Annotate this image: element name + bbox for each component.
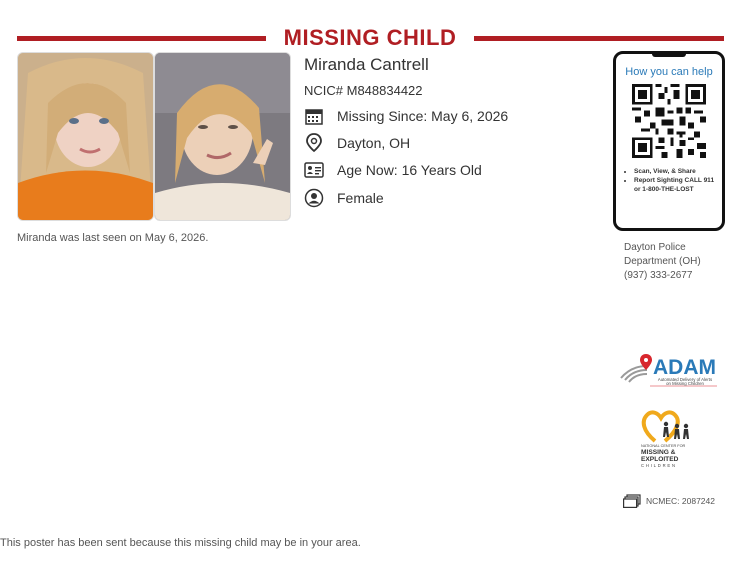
location-pin-icon — [304, 133, 324, 153]
help-item-share: Scan, View, & Share — [634, 167, 722, 176]
footer-notice: This poster has been sent because this m… — [0, 537, 361, 549]
adam-tagline-2: on Missing Children — [666, 381, 704, 386]
sex: Female — [337, 190, 384, 206]
ncmec-line3: CHILDREN — [641, 463, 677, 468]
ncmec-small-text: NATIONAL CENTER FOR — [641, 444, 686, 448]
person-icon — [304, 188, 324, 208]
location-row: Dayton, OH — [304, 132, 410, 154]
age-row: Age Now: 16 Years Old — [304, 159, 482, 181]
missing-since: Missing Since: May 6, 2026 — [337, 108, 509, 124]
ncmec-case: NCMEC: 2087242 — [623, 494, 715, 508]
ncic-number: NCIC# M848834422 — [304, 83, 423, 98]
header-rule-left — [17, 36, 266, 41]
child-name: Miranda Cantrell — [304, 55, 429, 74]
adam-wordmark: ADAM — [653, 356, 716, 379]
child-photo-2 — [154, 52, 291, 221]
documents-icon — [623, 494, 641, 508]
help-item-report: Report Sighting CALL 911 or 1-800-THE-LO… — [634, 176, 722, 194]
agency-contact: Dayton Police Department (OH) (937) 333-… — [624, 241, 734, 283]
adam-logo: ADAM Automated Delivery of Alerts on Mis… — [617, 352, 721, 395]
agency-name-line1: Dayton Police — [624, 242, 686, 253]
phone-help-panel: How you can help Scan — [613, 51, 725, 231]
agency-name-line2: Department (OH) — [624, 256, 701, 267]
child-photo-1 — [17, 52, 154, 221]
id-card-icon — [304, 160, 324, 180]
header-rule-right — [474, 36, 724, 41]
ncmec-case-number: NCMEC: 2087242 — [646, 496, 715, 506]
sex-row: Female — [304, 187, 384, 209]
agency-phone: (937) 333-2677 — [624, 270, 693, 281]
ncmec-line2: EXPLOITED — [641, 456, 679, 463]
calendar-icon — [304, 106, 324, 126]
poster-header: MISSING CHILD — [17, 24, 724, 52]
location: Dayton, OH — [337, 135, 411, 151]
ncmec-line1: MISSING & — [641, 449, 676, 456]
help-list: Scan, View, & Share Report Sighting CALL… — [620, 167, 722, 194]
qr-code-icon[interactable] — [632, 84, 706, 163]
help-title: How you can help — [625, 66, 713, 78]
phone-notch — [652, 53, 686, 57]
poster-title: MISSING CHILD — [283, 25, 457, 50]
missing-since-row: Missing Since: May 6, 2026 — [304, 105, 508, 127]
ncmec-logo: NATIONAL CENTER FOR MISSING & EXPLOITED … — [639, 409, 703, 478]
last-seen-caption: Miranda was last seen on May 6, 2026. — [17, 232, 209, 244]
age-now: Age Now: 16 Years Old — [337, 162, 482, 178]
